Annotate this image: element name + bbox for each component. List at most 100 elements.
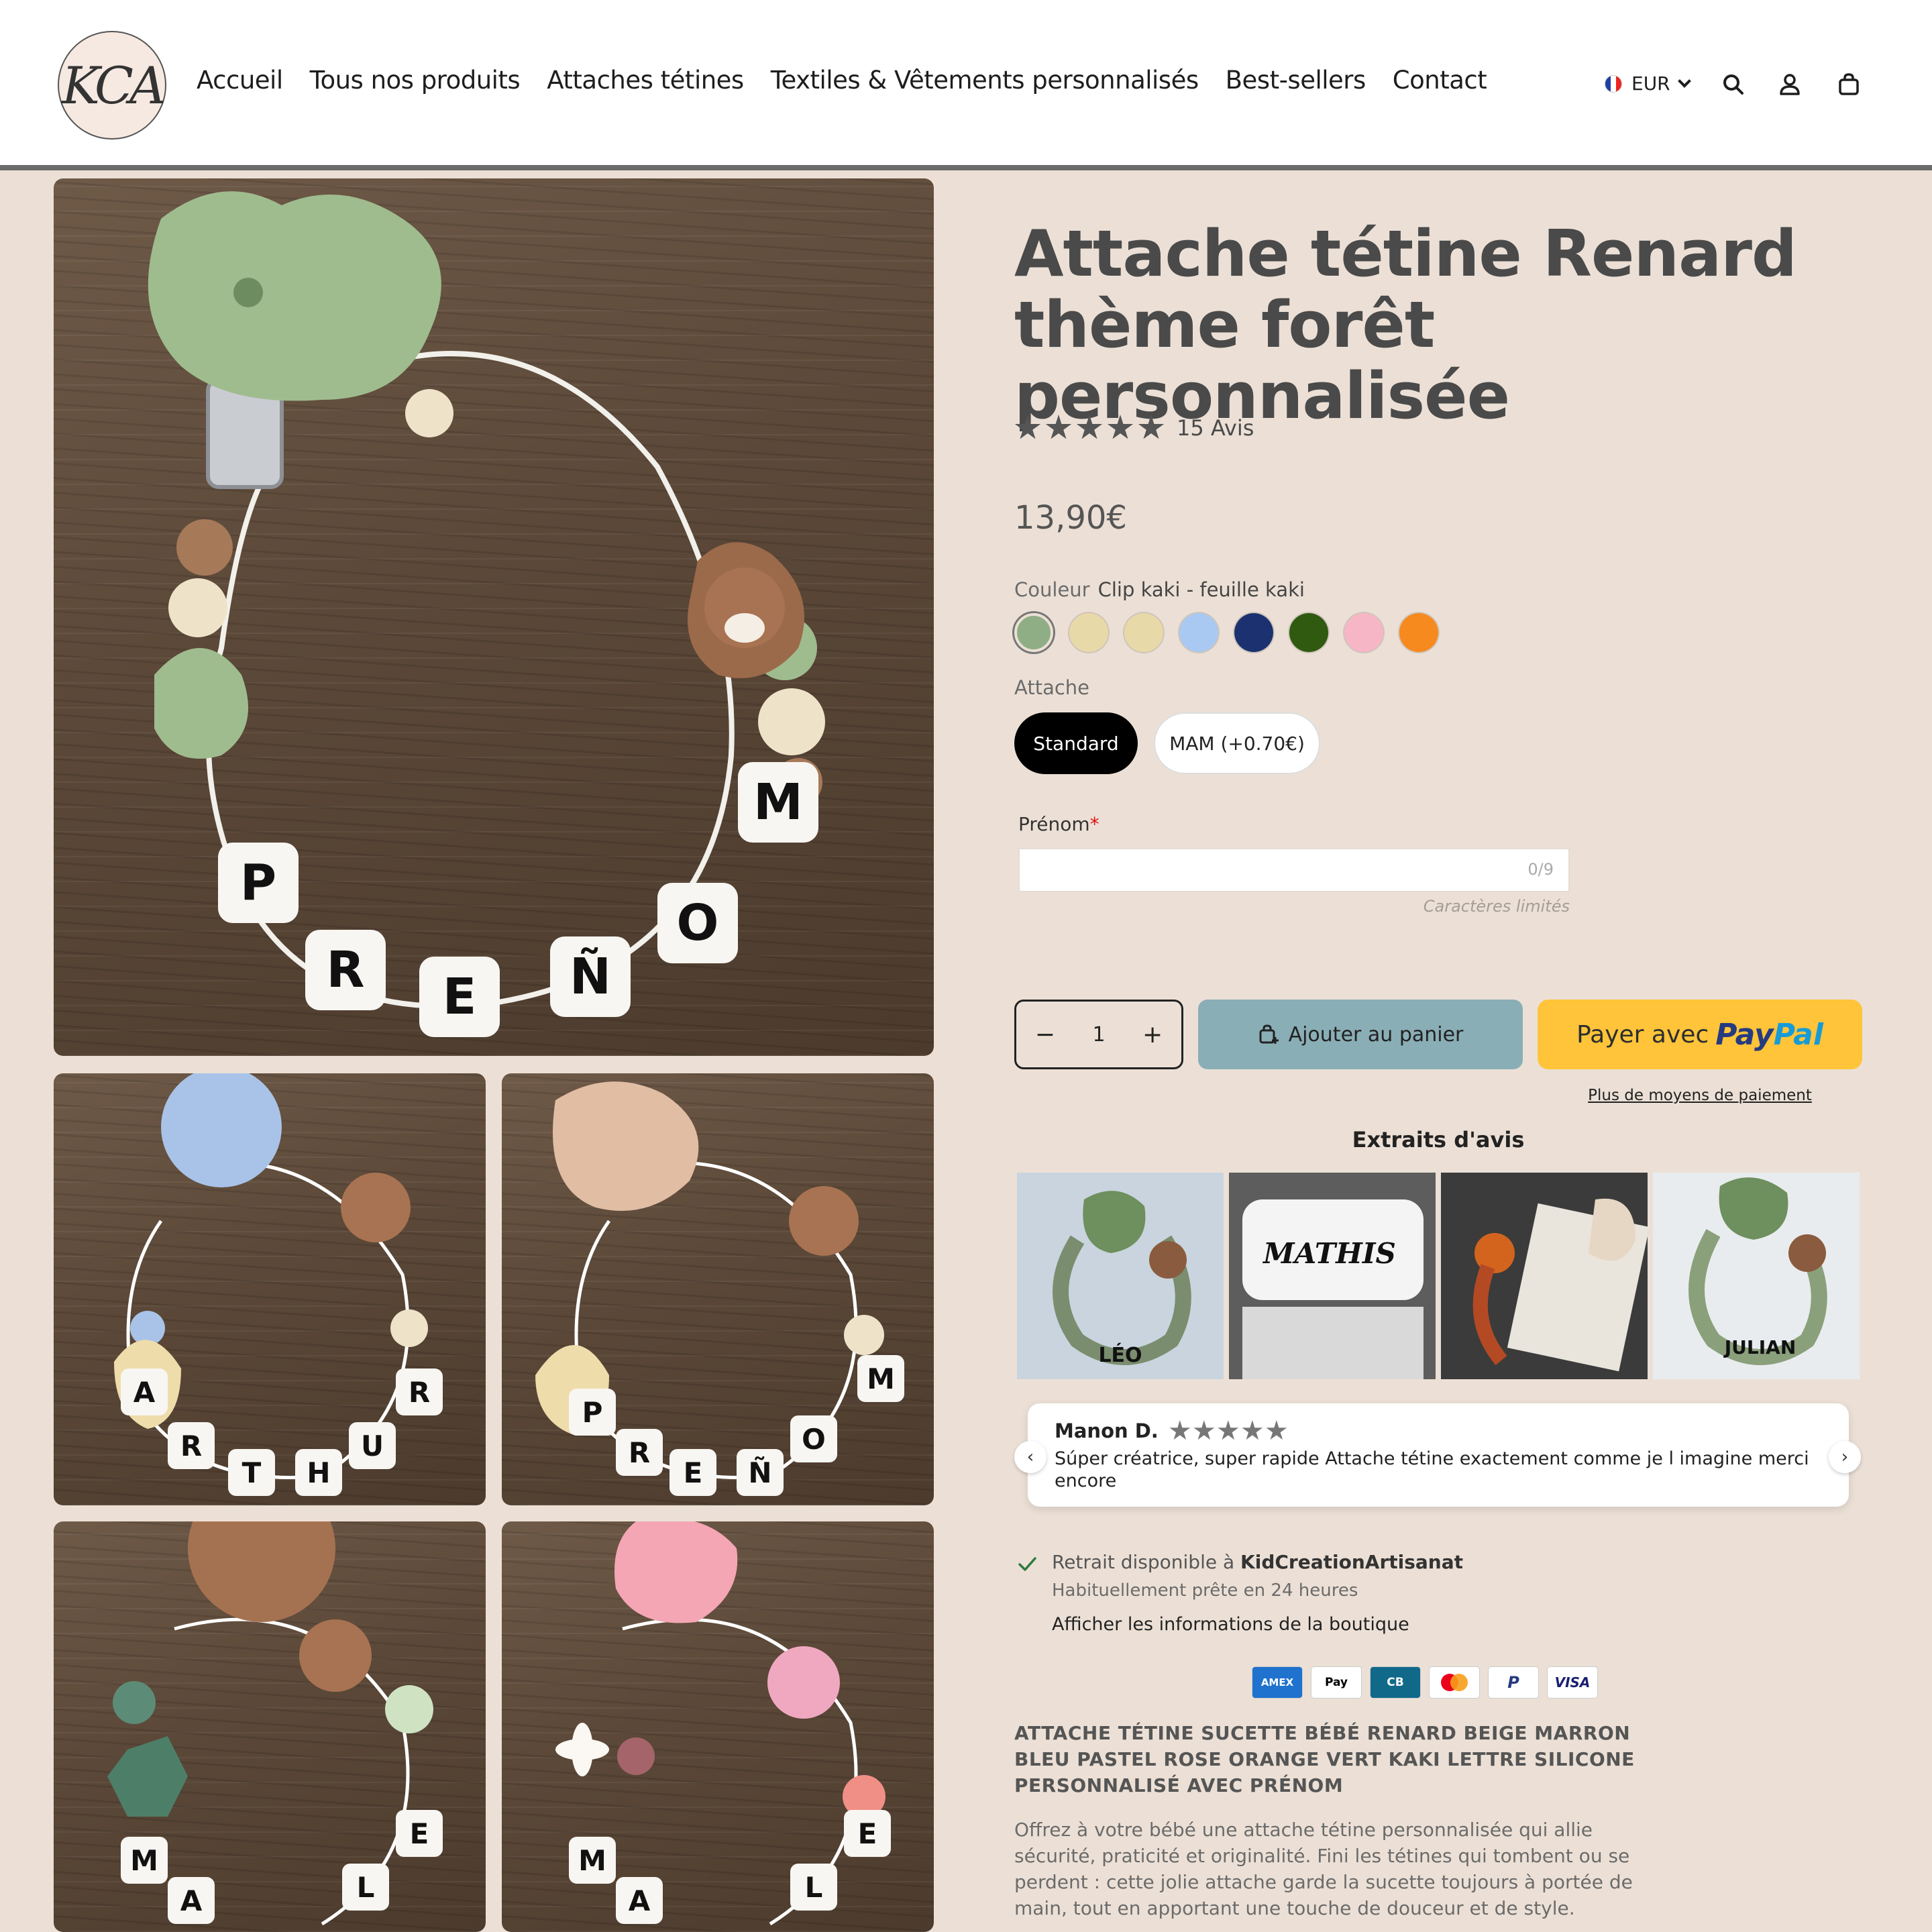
review-next-button[interactable]: › — [1829, 1441, 1861, 1473]
svg-text:A: A — [133, 1376, 156, 1409]
product-thumb-1[interactable]: A R T H U R — [54, 1073, 486, 1505]
svg-text:E: E — [410, 1817, 429, 1850]
star-icon — [1169, 1420, 1191, 1440]
star-icon — [1242, 1420, 1263, 1440]
swatch-bleu-pastel[interactable] — [1179, 613, 1218, 652]
qty-decrease-button[interactable]: − — [1035, 1021, 1055, 1049]
payment-icons: AMEX Pay CB P VISA — [1252, 1666, 1598, 1699]
nav-accueil[interactable]: Accueil — [197, 66, 283, 95]
attache-standard-button[interactable]: Standard — [1014, 712, 1138, 774]
description-title: ATTACHE TÉTINE SUCETTE BÉBÉ RENARD BEIGE… — [1014, 1722, 1635, 1796]
star-icon — [1266, 1420, 1287, 1440]
product-thumb-2[interactable]: P R E Ñ O M — [502, 1073, 934, 1505]
svg-text:R: R — [629, 1436, 650, 1469]
product-title: Attache tétine Renard thème forêt person… — [1014, 217, 1797, 433]
review-text: Súper créatrice, super rapide Attache té… — [1055, 1448, 1809, 1491]
color-option-label: Couleur Clip kaki - feuille kaki — [1014, 578, 1305, 601]
paypal-icon: P — [1488, 1666, 1539, 1699]
review-photo-4[interactable]: JULIAN — [1653, 1173, 1860, 1379]
svg-text:M: M — [130, 1844, 158, 1877]
product-main-image[interactable]: P R E Ñ O M — [54, 178, 934, 1056]
nav-attaches-tetines[interactable]: Attaches tétines — [547, 66, 744, 95]
svg-text:P: P — [582, 1396, 603, 1429]
name-beads: P R E Ñ O M — [218, 762, 818, 1037]
product-rating[interactable]: 15 Avis — [1014, 415, 1254, 441]
star-icon — [1138, 415, 1165, 439]
svg-text:E: E — [684, 1456, 703, 1489]
search-icon[interactable] — [1721, 72, 1746, 97]
account-icon[interactable] — [1778, 72, 1802, 97]
currency-selector[interactable]: EUR — [1605, 72, 1691, 95]
svg-text:E: E — [858, 1817, 877, 1850]
pickup-ready-time: Habituellement prête en 24 heures — [1052, 1580, 1358, 1601]
bag-add-icon — [1259, 1024, 1279, 1044]
bead-letter: O — [677, 894, 719, 952]
visa-icon: VISA — [1547, 1666, 1598, 1699]
main-nav: Accueil Tous nos produits Attaches tétin… — [197, 66, 1487, 95]
svg-text:M: M — [867, 1362, 895, 1395]
review-photo-2[interactable]: MATHIS — [1229, 1173, 1436, 1379]
product-thumb-4[interactable]: M A L E — [502, 1521, 934, 1932]
bead-letter: P — [240, 854, 276, 912]
currency-code: EUR — [1631, 72, 1670, 95]
attache-option-label: Attache — [1014, 676, 1090, 699]
store-logo[interactable]: KCA — [58, 31, 166, 140]
review-prev-button[interactable]: ‹ — [1014, 1441, 1046, 1473]
prenom-input[interactable]: 0/9 — [1018, 848, 1570, 892]
svg-text:R: R — [409, 1376, 430, 1409]
qty-increase-button[interactable]: + — [1142, 1021, 1163, 1049]
svg-text:Ñ: Ñ — [748, 1456, 771, 1489]
swatch-clip-kaki[interactable] — [1014, 613, 1053, 652]
svg-text:L: L — [357, 1871, 375, 1904]
more-payment-link[interactable]: Plus de moyens de paiement — [1538, 1087, 1862, 1104]
nav-textiles[interactable]: Textiles & Vêtements personnalisés — [771, 66, 1199, 95]
color-selected-value: Clip kaki - feuille kaki — [1097, 578, 1305, 601]
bead-letter: R — [327, 941, 365, 999]
quantity-stepper: − 1 + — [1014, 1000, 1183, 1069]
nav-best-sellers[interactable]: Best-sellers — [1226, 66, 1366, 95]
nav-tous-produits[interactable]: Tous nos produits — [310, 66, 521, 95]
prenom-label: Prénom* — [1018, 813, 1099, 835]
svg-text:L: L — [805, 1871, 823, 1904]
review-photo-3[interactable] — [1441, 1173, 1648, 1379]
color-swatches — [1014, 613, 1438, 652]
attache-mam-button[interactable]: MAM (+0.70€) — [1154, 712, 1320, 774]
star-icon — [1218, 1420, 1239, 1440]
reviews-count[interactable]: 15 Avis — [1177, 415, 1254, 441]
mastercard-icon — [1429, 1666, 1480, 1699]
paypal-button[interactable]: Payer avec Pay Pal — [1538, 1000, 1862, 1069]
chevron-down-icon — [1677, 74, 1691, 88]
char-counter: 0/9 — [1527, 860, 1554, 879]
thumb-illustration: M A L E — [107, 1521, 443, 1926]
nav-contact[interactable]: Contact — [1393, 66, 1487, 95]
svg-text:U: U — [361, 1430, 384, 1462]
swatch-rose[interactable] — [1344, 613, 1383, 652]
svg-text:JULIAN: JULIAN — [1723, 1336, 1796, 1358]
bead-letter: Ñ — [570, 947, 611, 1006]
store-info-link[interactable]: Afficher les informations de la boutique — [1052, 1614, 1409, 1635]
swatch-beige-1[interactable] — [1069, 613, 1108, 652]
swatch-orange[interactable] — [1399, 613, 1438, 652]
star-icon — [1076, 415, 1103, 439]
review-photo-1[interactable]: LÉO — [1017, 1173, 1224, 1379]
swatch-bleu-marine[interactable] — [1234, 613, 1273, 652]
svg-text:M: M — [578, 1844, 606, 1877]
prenom-hint: Caractères limités — [1423, 897, 1570, 916]
flag-fr-icon — [1605, 74, 1622, 93]
star-icon — [1193, 1420, 1215, 1440]
bead-letter: E — [443, 968, 477, 1026]
cb-icon: CB — [1370, 1666, 1421, 1699]
qty-value[interactable]: 1 — [1092, 1023, 1105, 1046]
bead-letter: M — [753, 773, 803, 831]
cart-icon[interactable] — [1837, 72, 1861, 97]
svg-text:T: T — [242, 1456, 262, 1489]
star-icon — [1107, 415, 1134, 439]
swatch-vert-fonce[interactable] — [1289, 613, 1328, 652]
svg-text:LÉO: LÉO — [1098, 1343, 1142, 1367]
product-thumb-3[interactable]: M A L E — [54, 1521, 486, 1932]
check-icon — [1018, 1557, 1036, 1571]
add-to-cart-button[interactable]: Ajouter au panier — [1198, 1000, 1523, 1069]
swatch-beige-2[interactable] — [1124, 613, 1163, 652]
pickup-availability: Retrait disponible à KidCreationArtisana… — [1052, 1551, 1464, 1573]
svg-text:R: R — [180, 1430, 202, 1462]
